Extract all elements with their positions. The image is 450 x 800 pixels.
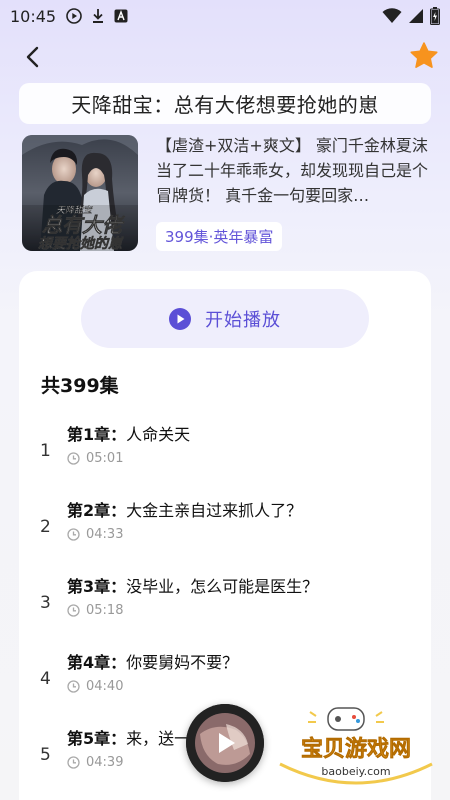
episode-title: 第4章：你要舅妈不要？ [67, 653, 239, 672]
episode-number: 3 [40, 593, 51, 613]
status-bar: 10:45 [0, 0, 450, 32]
start-play-button[interactable]: 开始播放 [81, 289, 369, 348]
download-status-icon [93, 9, 104, 23]
clock-icon [67, 452, 80, 465]
drama-cover-image[interactable]: 天降甜宝 总有大佬 想要抢她的崽 [22, 135, 138, 251]
cover-text-bottom: 想要抢她的崽 [38, 235, 124, 251]
font-status-icon [114, 9, 128, 23]
wifi-icon [382, 8, 402, 23]
play-icon [169, 307, 191, 330]
battery-icon [430, 7, 440, 25]
episode-title: 第3章：没毕业，怎么可能是医生？ [67, 577, 319, 596]
episode-item[interactable]: 1 第1章：人命关天 05:01 [19, 411, 431, 487]
watermark-url: baobeiy.com [321, 765, 390, 778]
cover-text-mid: 总有大佬 [42, 213, 126, 237]
status-time: 10:45 [10, 6, 57, 26]
top-nav [0, 34, 450, 78]
episode-title: 第2章：大金主亲自过来抓人了？ [67, 501, 303, 520]
clock-icon [67, 756, 80, 769]
episode-duration: 04:39 [67, 755, 123, 770]
episode-item[interactable]: 2 第2章：大金主亲自过来抓人了？ 04:33 [19, 487, 431, 563]
back-icon[interactable] [18, 42, 48, 72]
play-circle-status-icon [66, 8, 82, 24]
episode-title: 第1章：人命关天 [67, 425, 191, 444]
clock-icon [67, 528, 80, 541]
clock-icon [67, 604, 80, 617]
watermark-text: 宝贝游戏网 [301, 736, 411, 762]
episode-number: 5 [40, 745, 51, 765]
episode-item[interactable]: 3 第3章：没毕业，怎么可能是医生？ 05:18 [19, 563, 431, 639]
start-play-label: 开始播放 [205, 309, 281, 331]
episode-count: 共399集 [41, 375, 119, 397]
site-watermark-logo: 宝贝游戏网 baobeiy.com [279, 707, 433, 785]
episode-number: 2 [40, 517, 51, 537]
floating-mini-player[interactable] [186, 704, 264, 782]
favorite-star-icon[interactable] [408, 40, 440, 72]
episode-duration: 05:18 [67, 603, 123, 618]
episode-duration: 05:01 [67, 451, 123, 466]
episode-duration: 04:33 [67, 527, 123, 542]
episode-number: 4 [40, 669, 51, 689]
episode-duration: 04:40 [67, 679, 123, 694]
drama-description: 【虐渣+双洁+爽文】 豪门千金林夏沫当了二十年乖乖女，却发现现自己是个冒牌货！ … [156, 136, 429, 205]
signal-icon [409, 9, 423, 23]
drama-title: 天降甜宝：总有大佬想要抢她的崽 [19, 83, 431, 124]
clock-icon [67, 680, 80, 693]
episode-tag: 399集·英年暴富 [156, 222, 283, 251]
episode-number: 1 [40, 441, 51, 461]
